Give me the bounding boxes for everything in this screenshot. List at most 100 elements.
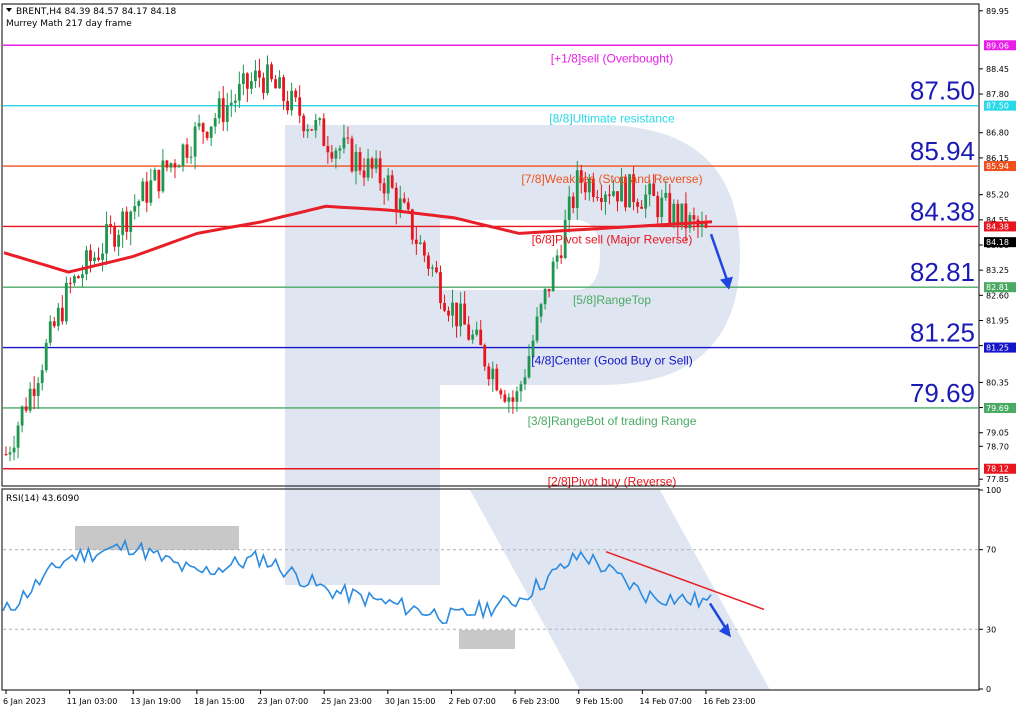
candle-body <box>233 100 237 103</box>
price-tick-label: 89.95 <box>986 7 1009 16</box>
candle-body <box>499 390 503 395</box>
time-tick-label: 6 Jan 2023 <box>3 697 46 706</box>
time-tick-label: 2 Feb 07:00 <box>448 697 495 706</box>
candle-body <box>44 342 48 371</box>
candle-body <box>519 384 523 392</box>
candle-body <box>52 321 56 327</box>
candle-body <box>85 250 88 275</box>
candle-body <box>153 169 157 181</box>
level-label: [7/8]Weak res (Stop and Reverse) <box>521 172 702 186</box>
candle-body <box>157 169 161 192</box>
candle-body <box>278 77 281 89</box>
level-label: [5/8]RangeTop <box>573 293 651 307</box>
candle-body <box>197 123 201 127</box>
candle-body <box>161 160 165 192</box>
candle-body <box>668 192 672 224</box>
time-tick-label: 18 Jan 15:00 <box>194 697 245 706</box>
candle-body <box>245 73 249 89</box>
candle-body <box>113 226 117 247</box>
candle-body <box>394 187 398 212</box>
price-tick-label: 78.70 <box>986 442 1009 451</box>
candle-body <box>487 366 491 380</box>
candle-body <box>330 152 334 159</box>
big-level-value: 87.50 <box>910 76 975 106</box>
candle-body <box>72 276 76 284</box>
candle-body <box>338 148 342 151</box>
rsi-tick-label: 0 <box>986 685 991 694</box>
candle-body <box>177 166 181 168</box>
price-tick-label: 83.25 <box>986 266 1009 275</box>
candle-body <box>479 329 483 346</box>
current-price-tag-text: 84.18 <box>986 238 1009 247</box>
candle-body <box>515 391 519 402</box>
candle-body <box>241 73 245 85</box>
candle-body <box>402 198 406 203</box>
candle-body <box>286 100 290 111</box>
candle-body <box>24 406 28 411</box>
candle-body <box>660 197 664 218</box>
candle-body <box>64 282 68 322</box>
candle-body <box>483 345 487 367</box>
candle-body <box>221 98 225 122</box>
candle-body <box>314 120 318 131</box>
level-price-tag-text: 79.69 <box>986 404 1009 413</box>
candle-body <box>374 158 378 169</box>
candle-body <box>539 304 543 317</box>
candle-body <box>350 138 354 172</box>
level-label: [4/8]Center (Good Buy or Sell) <box>531 354 692 368</box>
candle-body <box>551 261 555 292</box>
candle-body <box>137 201 141 207</box>
time-tick-label: 25 Jan 23:00 <box>321 697 372 706</box>
candle-body <box>149 180 153 203</box>
time-tick-label: 11 Jan 03:00 <box>67 697 118 706</box>
candle-body <box>616 191 619 202</box>
price-tick-label: 81.95 <box>986 316 1009 325</box>
candle-body <box>547 288 551 292</box>
level-price-tag-text: 89.06 <box>986 41 1009 50</box>
candle-body <box>334 150 338 159</box>
candle-body <box>145 181 149 203</box>
candle-body <box>68 282 72 284</box>
candle-body <box>282 77 285 101</box>
candle-body <box>664 192 668 198</box>
candle-body <box>209 126 213 138</box>
candle-body <box>612 191 615 196</box>
candle-body <box>390 175 394 188</box>
candle-body <box>133 206 137 212</box>
candle-body <box>608 194 611 196</box>
candle-body <box>16 425 20 448</box>
rsi-tick-label: 30 <box>986 625 996 634</box>
level-price-tag-text: 81.25 <box>986 344 1009 353</box>
candle-body <box>358 152 362 171</box>
candle-body <box>125 211 129 232</box>
candle-body <box>105 224 108 254</box>
overbought-zone <box>75 526 239 550</box>
candle-body <box>676 203 680 226</box>
candle-body <box>217 98 221 119</box>
level-price-tag-text: 84.38 <box>986 222 1009 231</box>
big-level-value: 82.81 <box>910 257 975 287</box>
candle-body <box>571 196 575 208</box>
candle-body <box>495 368 499 391</box>
chart-canvas[interactable]: [+1/8]sell (Overbought) [8/8]Ultimate res… <box>0 0 1022 712</box>
level-price-tag-text: 87.50 <box>986 102 1009 111</box>
level-price-tag-text: 82.81 <box>986 283 1009 292</box>
candle-body <box>527 356 531 378</box>
price-tick-label: 86.80 <box>986 129 1009 138</box>
candle-body <box>77 276 80 279</box>
candle-body <box>370 158 374 169</box>
candle-body <box>511 397 515 402</box>
level-label: [+1/8]sell (Overbought) <box>551 51 673 65</box>
level-label: [8/8]Ultimate resistance <box>549 112 675 126</box>
candle-body <box>225 105 229 122</box>
big-level-value: 84.38 <box>910 196 975 226</box>
candle-body <box>326 145 330 153</box>
candle-body <box>463 303 467 325</box>
candle-body <box>60 307 64 322</box>
price-tick-label: 87.80 <box>986 90 1009 99</box>
candle-body <box>40 370 44 384</box>
big-level-value: 85.94 <box>910 136 975 166</box>
candle-body <box>32 388 36 397</box>
candle-body <box>600 198 603 202</box>
candle-body <box>250 81 253 89</box>
